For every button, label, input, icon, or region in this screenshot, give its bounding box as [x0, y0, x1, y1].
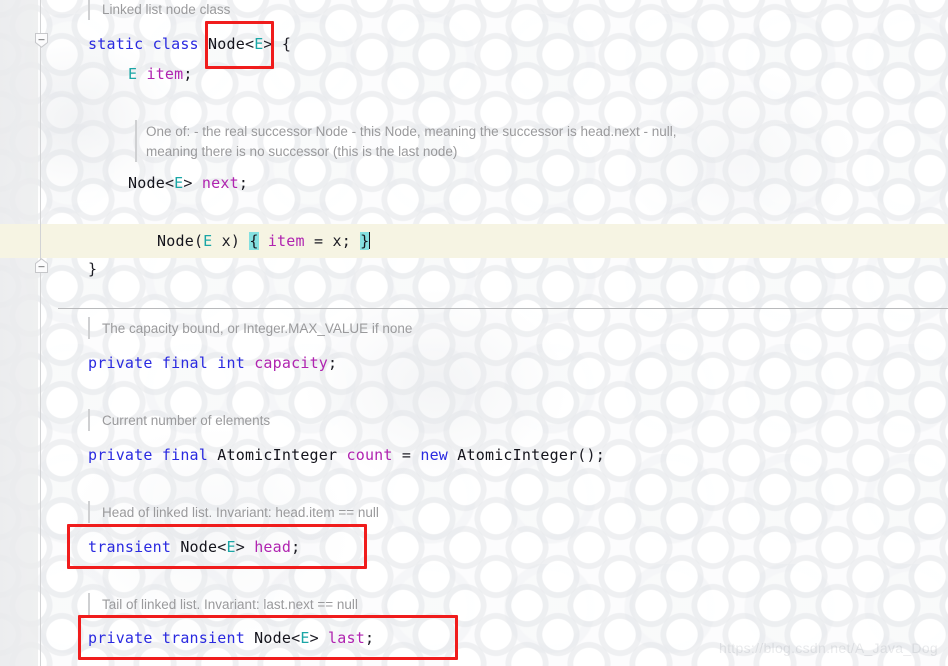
keyword-new: new	[420, 446, 449, 464]
keyword-final: final	[161, 354, 209, 372]
doc-comment-capacity: The capacity bound, or Integer.MAX_VALUE…	[102, 321, 413, 336]
parens: ()	[577, 446, 596, 464]
type-e: E	[128, 65, 138, 83]
semicolon: ;	[328, 354, 338, 372]
code-line-capacity-field[interactable]: private final int capacity;	[88, 353, 337, 373]
brace-close-highlighted: }	[360, 232, 370, 250]
assign-operator: =	[401, 446, 412, 464]
annotation-box-head-declaration	[67, 524, 367, 569]
doc-comment-next-line1: One of: - the real successor Node - this…	[146, 124, 677, 139]
text-caret	[369, 232, 371, 249]
angle-close: >	[183, 174, 193, 192]
doc-comment-head: Head of linked list. Invariant: head.ite…	[102, 505, 379, 520]
code-line-next-field[interactable]: Node<E> next;	[128, 173, 248, 193]
field-capacity: capacity	[254, 354, 329, 372]
brace-open: {	[281, 35, 292, 53]
keyword-final: final	[161, 446, 209, 464]
doc-comment-next-line2: meaning there is no successor (this is t…	[146, 144, 458, 159]
annotation-box-last-declaration	[78, 615, 458, 660]
semicolon: ;	[238, 174, 249, 192]
assign-operator: =	[313, 232, 324, 250]
field-item: item	[146, 65, 184, 83]
code-line-count-field[interactable]: private final AtomicInteger count = new …	[88, 445, 605, 465]
field-count: count	[346, 446, 393, 464]
semicolon: ;	[595, 446, 605, 464]
field-item: item	[267, 232, 305, 250]
doc-comment-node-class: Linked list node class	[102, 2, 231, 17]
watermark: https://blog.csdn.net/A_Java_Dog	[719, 640, 938, 656]
doc-comment-count: Current number of elements	[102, 413, 271, 428]
code-line-constructor[interactable]: Node(E x) { item = x; }	[157, 231, 371, 251]
param-name-x: x	[221, 232, 231, 250]
code-line-item-field[interactable]: E item;	[128, 64, 193, 84]
keyword-class: class	[152, 35, 199, 53]
brace-close: }	[88, 260, 98, 278]
fold-marker-end-icon[interactable]	[35, 258, 48, 273]
keyword-static: static	[88, 35, 144, 53]
value-x: x	[332, 232, 342, 250]
paren-open: (	[193, 232, 204, 250]
keyword-private: private	[88, 446, 153, 464]
doc-comment-last: Tail of linked list. Invariant: last.nex…	[102, 597, 358, 612]
constructor-atomicinteger: AtomicInteger	[457, 446, 578, 464]
constructor-name-node: Node	[157, 232, 194, 250]
brace-open-highlighted: {	[249, 232, 259, 250]
keyword-private: private	[88, 354, 153, 372]
keyword-int: int	[217, 354, 245, 372]
semicolon: ;	[183, 65, 193, 83]
annotation-box-node-type	[205, 21, 274, 69]
type-atomicinteger: AtomicInteger	[217, 446, 338, 464]
type-node: Node	[128, 174, 165, 192]
field-next: next	[201, 174, 239, 192]
fold-marker-expanded-icon[interactable]	[35, 33, 48, 48]
code-line-class-close[interactable]: }	[88, 259, 97, 279]
angle-open: <	[164, 174, 175, 192]
paren-close: )	[230, 232, 241, 250]
code-editor[interactable]: Linked list node class static class Node…	[0, 0, 948, 666]
semicolon: ;	[341, 232, 351, 250]
